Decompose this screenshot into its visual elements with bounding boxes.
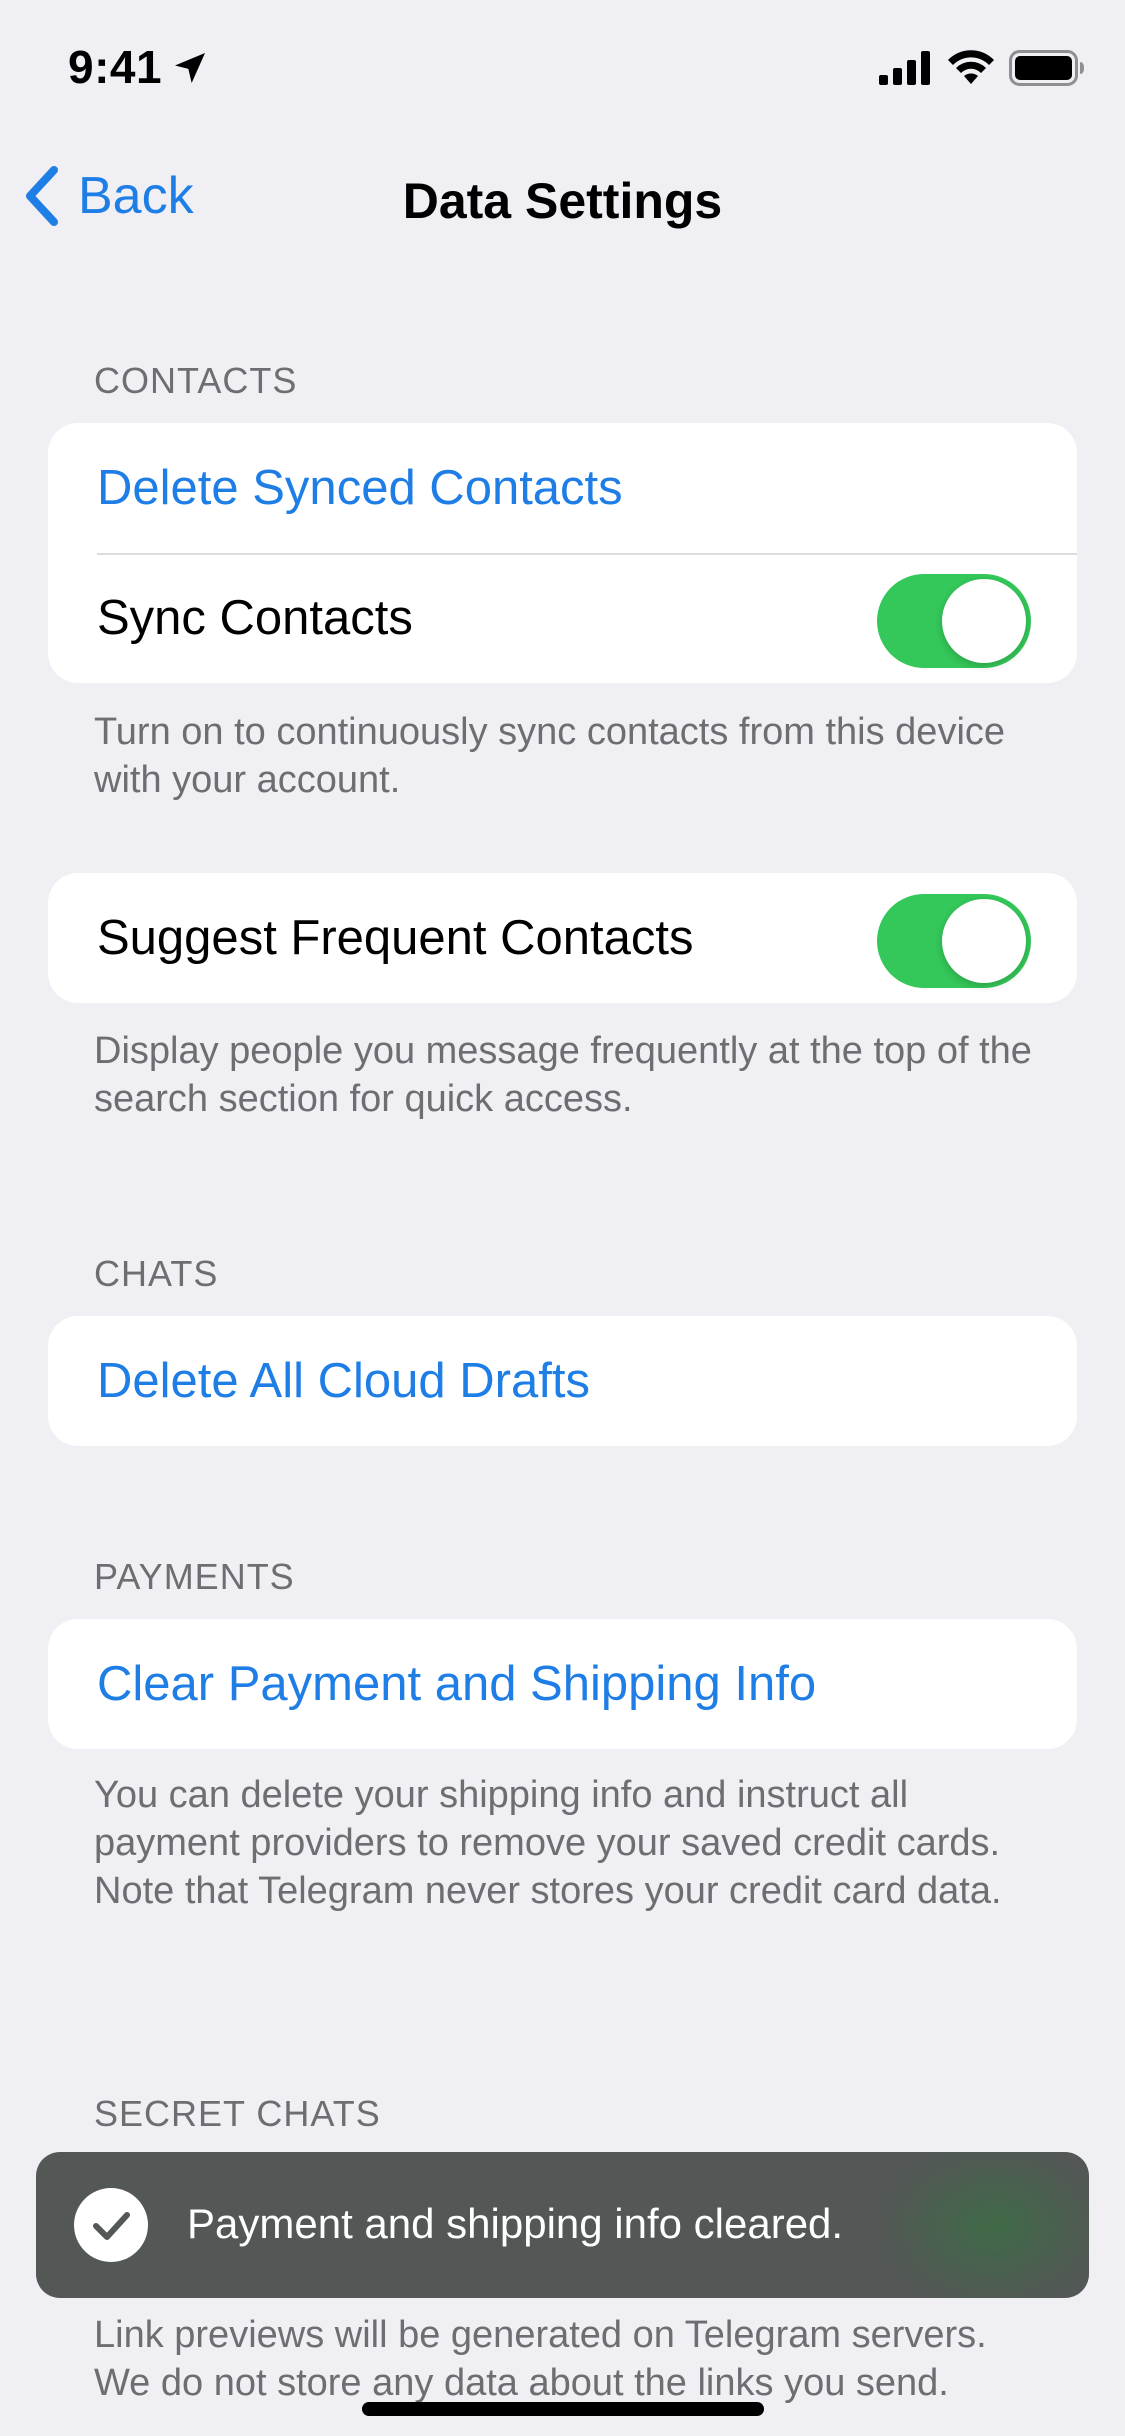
clear-payment-shipping-label: Clear Payment and Shipping Info (97, 1657, 817, 1711)
cellular-signal-icon (879, 51, 930, 85)
secret-chats-footer: Link previews will be generated on Teleg… (94, 2314, 987, 2404)
chats-section-header: CHATS (94, 1253, 219, 1294)
delete-all-cloud-drafts-label: Delete All Cloud Drafts (97, 1354, 590, 1408)
suggest-contacts-footer: Display people you message frequently at… (94, 1030, 1032, 1120)
sync-contacts-toggle[interactable] (877, 574, 1031, 668)
status-icons (879, 50, 1085, 86)
checkmark-icon (74, 2188, 148, 2262)
payments-group: Clear Payment and Shipping Info (48, 1619, 1077, 1749)
delete-synced-contacts-button[interactable]: Delete Synced Contacts (48, 423, 1077, 553)
secret-chats-section-header: SECRET CHATS (94, 2093, 381, 2134)
toast-glow (879, 2152, 1089, 2298)
suggest-frequent-contacts-row: Suggest Frequent Contacts (48, 873, 1077, 1003)
payments-section-header: PAYMENTS (94, 1556, 295, 1597)
sync-contacts-footer: Turn on to continuously sync contacts fr… (94, 711, 1006, 801)
suggest-frequent-contacts-toggle[interactable] (877, 894, 1031, 988)
row-divider (97, 553, 1077, 555)
payments-footer: You can delete your shipping info and in… (94, 1774, 1002, 1912)
navigation-bar: Back Data Settings (0, 150, 1125, 250)
suggest-frequent-contacts-label: Suggest Frequent Contacts (97, 911, 694, 965)
page-title: Data Settings (402, 173, 723, 229)
delete-synced-contacts-label: Delete Synced Contacts (97, 461, 623, 515)
toast-message: Payment and shipping info cleared. (187, 2200, 844, 2247)
home-indicator (362, 2402, 764, 2416)
sync-contacts-row: Sync Contacts (48, 553, 1077, 683)
status-time: 9:41 (68, 41, 163, 93)
delete-all-cloud-drafts-button[interactable]: Delete All Cloud Drafts (48, 1316, 1077, 1446)
sync-contacts-label: Sync Contacts (97, 591, 413, 645)
clear-payment-shipping-button[interactable]: Clear Payment and Shipping Info (48, 1619, 1077, 1749)
status-bar: 9:41 (0, 0, 1125, 140)
wifi-icon (948, 50, 994, 84)
contacts-group: Delete Synced Contacts Sync Contacts (48, 423, 1077, 683)
toggle-knob (942, 579, 1026, 663)
battery-icon (1009, 50, 1084, 86)
chats-group: Delete All Cloud Drafts (48, 1316, 1077, 1446)
contacts-section-header: CONTACTS (94, 360, 298, 401)
suggest-contacts-group: Suggest Frequent Contacts (48, 873, 1077, 1003)
toast-notification[interactable]: Payment and shipping info cleared. (36, 2152, 1089, 2298)
toggle-knob (942, 899, 1026, 983)
location-arrow-icon (175, 53, 205, 83)
